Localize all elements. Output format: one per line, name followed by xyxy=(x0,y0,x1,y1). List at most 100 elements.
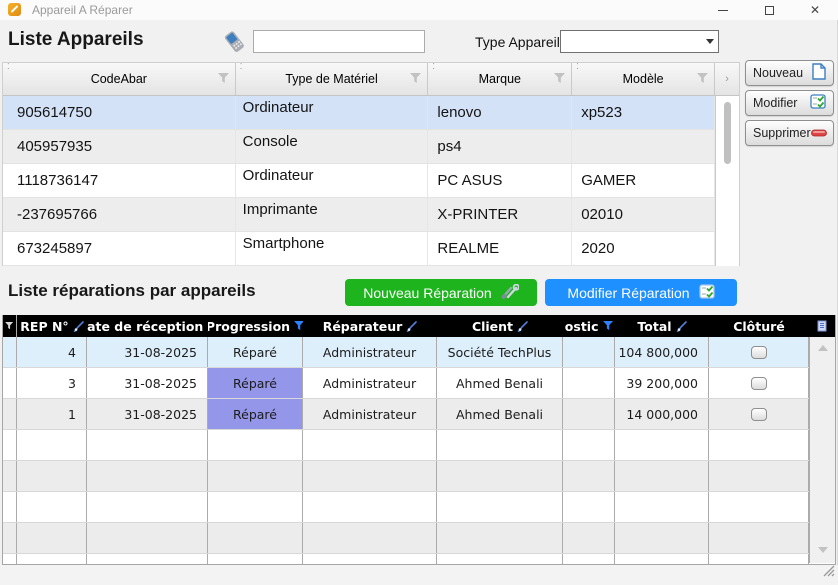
modifier-reparation-button[interactable]: Modifier Réparation xyxy=(545,279,737,306)
resize-grip[interactable] xyxy=(823,564,835,582)
column-label: REP N° xyxy=(20,319,68,334)
filter-funnel-icon[interactable] xyxy=(410,73,422,84)
codeabar-search-input[interactable] xyxy=(253,30,425,53)
filter-funnel-icon[interactable] xyxy=(697,73,709,84)
table-row[interactable]: 905614750 Ordinateur lenovo xp523 xyxy=(3,96,739,130)
table-row[interactable]: -237695766 Imprimante X-PRINTER 02010 xyxy=(3,198,739,232)
chevron-down-icon xyxy=(702,39,718,44)
cell-modele: 2020 xyxy=(572,232,715,265)
reparation-row[interactable]: 1 31-08-2025 Réparé Administrateur Ahmed… xyxy=(3,399,835,430)
empty-row xyxy=(3,492,835,523)
cell-codeabar: 673245897 xyxy=(3,232,236,265)
cloture-checkbox[interactable] xyxy=(751,408,767,421)
appareils-table: ⁚ CodeAbar ⁚ Type de Matériel ⁚ Marque ⁚… xyxy=(2,62,740,266)
supprimer-button-label: Supprimer xyxy=(753,126,811,140)
empty-row xyxy=(3,523,835,554)
maximize-button[interactable] xyxy=(746,0,792,20)
cell-marque: REALME xyxy=(428,232,572,265)
column-label: Total xyxy=(637,319,671,334)
minimize-icon xyxy=(718,10,728,11)
column-header-modele[interactable]: ⁚ Modèle xyxy=(572,63,715,95)
cell-diagnostic xyxy=(563,399,615,429)
scrollbar-thumb[interactable] xyxy=(724,102,731,164)
column-header-rep-n[interactable]: REP N° xyxy=(17,315,87,337)
column-header-client[interactable]: Client xyxy=(437,315,563,337)
table-row[interactable]: 1118736147 Ordinateur PC ASUS GAMER xyxy=(3,164,739,198)
drag-handle-icon: ⁚ xyxy=(240,65,242,73)
appareil-a-reparer-window: { "window": { "title": "Appareil A Répar… xyxy=(0,0,838,585)
reparation-row[interactable]: 3 31-08-2025 Réparé Administrateur Ahmed… xyxy=(3,368,835,399)
cell-modele xyxy=(572,130,715,163)
filter-funnel-icon[interactable] xyxy=(554,73,566,84)
reparations-table-header: REP N° Date de réception Progression Rép… xyxy=(3,315,835,337)
cell-rep-n: 3 xyxy=(17,368,87,398)
cell-cloture xyxy=(709,399,809,429)
column-header-reparateur[interactable]: Réparateur xyxy=(303,315,437,337)
cell-date: 31-08-2025 xyxy=(87,399,208,429)
table-row[interactable]: 673245897 Smartphone REALME 2020 xyxy=(3,232,739,266)
column-label: Réparateur xyxy=(323,319,403,334)
nouveau-reparation-button[interactable]: Nouveau Réparation xyxy=(345,279,537,306)
filter-funnel-icon[interactable] xyxy=(218,73,230,84)
minimize-button[interactable] xyxy=(700,0,746,20)
column-header-date-reception[interactable]: Date de réception xyxy=(87,315,208,337)
title-bar: Appareil A Réparer ✕ xyxy=(0,0,838,20)
cell-reparateur: Administrateur xyxy=(303,399,437,429)
column-chooser-icon[interactable] xyxy=(809,315,835,337)
column-header-total[interactable]: Total xyxy=(615,315,709,337)
column-label: Type de Matériel xyxy=(285,72,377,86)
checklist-icon xyxy=(810,94,826,112)
column-header-cloture[interactable]: Clôturé xyxy=(709,315,809,337)
table-row[interactable]: 405957935 Console ps4 xyxy=(3,130,739,164)
scroll-right-button[interactable]: › xyxy=(715,63,739,95)
drag-handle-icon: ⁚ xyxy=(7,65,9,73)
cell-progression: Réparé xyxy=(208,368,303,398)
app-icon xyxy=(8,3,21,16)
cell-date: 31-08-2025 xyxy=(87,337,208,367)
reparations-vertical-scrollbar[interactable] xyxy=(809,337,835,563)
cell-marque: PC ASUS xyxy=(428,164,572,197)
cell-diagnostic xyxy=(563,337,615,367)
type-appareil-dropdown[interactable] xyxy=(560,30,719,53)
nouveau-button[interactable]: Nouveau xyxy=(745,60,834,86)
cell-reparateur: Administrateur xyxy=(303,337,437,367)
modifier-button-label: Modifier xyxy=(753,96,797,110)
close-button[interactable]: ✕ xyxy=(792,0,838,20)
filter-funnel-icon[interactable] xyxy=(603,319,614,334)
cell-codeabar: 405957935 xyxy=(3,130,236,163)
appareils-vertical-scrollbar[interactable] xyxy=(715,96,739,266)
appareils-table-body: 905614750 Ordinateur lenovo xp523 405957… xyxy=(3,96,739,266)
column-header-marque[interactable]: ⁚ Marque xyxy=(428,63,572,95)
column-label: Client xyxy=(472,319,513,334)
cell-type: Smartphone xyxy=(236,232,429,265)
cell-cloture xyxy=(709,368,809,398)
cell-modele: xp523 xyxy=(572,96,715,129)
scroll-down-icon[interactable] xyxy=(818,547,828,553)
empty-row xyxy=(3,430,835,461)
column-header-type[interactable]: ⁚ Type de Matériel xyxy=(236,63,429,95)
column-header-diagnostic[interactable]: Diagnostic xyxy=(563,315,615,337)
drag-handle-icon: ⁚ xyxy=(432,65,434,73)
column-header-progression[interactable]: Progression xyxy=(208,315,303,337)
column-header-codeabar[interactable]: ⁚ CodeAbar xyxy=(3,63,236,95)
cloture-checkbox[interactable] xyxy=(751,377,767,390)
cell-marque: lenovo xyxy=(428,96,572,129)
supprimer-button[interactable]: Supprimer xyxy=(745,120,834,146)
column-label: Marque xyxy=(479,72,521,86)
modifier-button[interactable]: Modifier xyxy=(745,90,834,116)
scroll-up-icon[interactable] xyxy=(818,345,828,351)
cell-rep-n: 4 xyxy=(17,337,87,367)
pen-icon xyxy=(406,321,417,332)
reparation-row[interactable]: 4 31-08-2025 Réparé Administrateur Socié… xyxy=(3,337,835,368)
cell-progression: Réparé xyxy=(208,337,303,367)
column-label: Diagnostic xyxy=(565,319,599,334)
cell-total: 14 000,000 xyxy=(615,399,709,429)
cell-marque: ps4 xyxy=(428,130,572,163)
cloture-checkbox[interactable] xyxy=(751,346,767,359)
grid-filter-icon[interactable] xyxy=(3,315,17,337)
cell-client: Société TechPlus xyxy=(437,337,563,367)
cell-codeabar: 905614750 xyxy=(3,96,236,129)
chevron-right-icon: › xyxy=(725,73,729,85)
pen-icon xyxy=(517,321,528,332)
filter-funnel-icon[interactable] xyxy=(294,319,303,334)
